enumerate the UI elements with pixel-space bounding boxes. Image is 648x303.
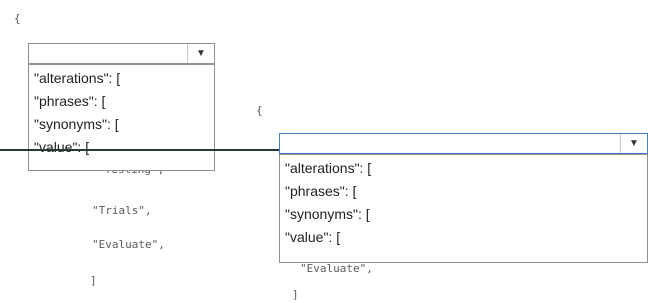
- left-option-synonyms[interactable]: "synonyms": [: [29, 113, 214, 136]
- left-dropdown-combobox[interactable]: ▼: [28, 43, 215, 64]
- right-dropdown-combobox[interactable]: ▼: [279, 133, 648, 154]
- right-option-alterations[interactable]: "alterations": [: [280, 157, 647, 180]
- left-dropdown-list: "alterations": [ "phrases": [ "synonyms"…: [28, 64, 215, 171]
- right-open-brace: {: [256, 104, 263, 117]
- right-dropdown-list: "alterations": [ "phrases": [ "synonyms"…: [279, 154, 648, 263]
- chevron-down-icon[interactable]: ▼: [620, 134, 647, 153]
- left-code-line-close-bracket: ]: [90, 274, 97, 287]
- right-code-line-evaluate: "Evaluate",: [300, 262, 373, 275]
- right-option-synonyms[interactable]: "synonyms": [: [280, 203, 647, 226]
- left-option-value[interactable]: "value": [: [29, 136, 214, 159]
- left-option-alterations[interactable]: "alterations": [: [29, 67, 214, 90]
- right-option-value[interactable]: "value": [: [280, 226, 647, 249]
- left-option-phrases[interactable]: "phrases": [: [29, 90, 214, 113]
- left-open-brace: {: [14, 12, 21, 25]
- left-code-line-trials: "Trials",: [92, 204, 152, 217]
- left-code-line-evaluate: "Evaluate",: [92, 238, 165, 251]
- right-code-line-close-bracket: ]: [292, 288, 299, 301]
- right-option-phrases[interactable]: "phrases": [: [280, 180, 647, 203]
- chevron-down-icon[interactable]: ▼: [187, 44, 214, 63]
